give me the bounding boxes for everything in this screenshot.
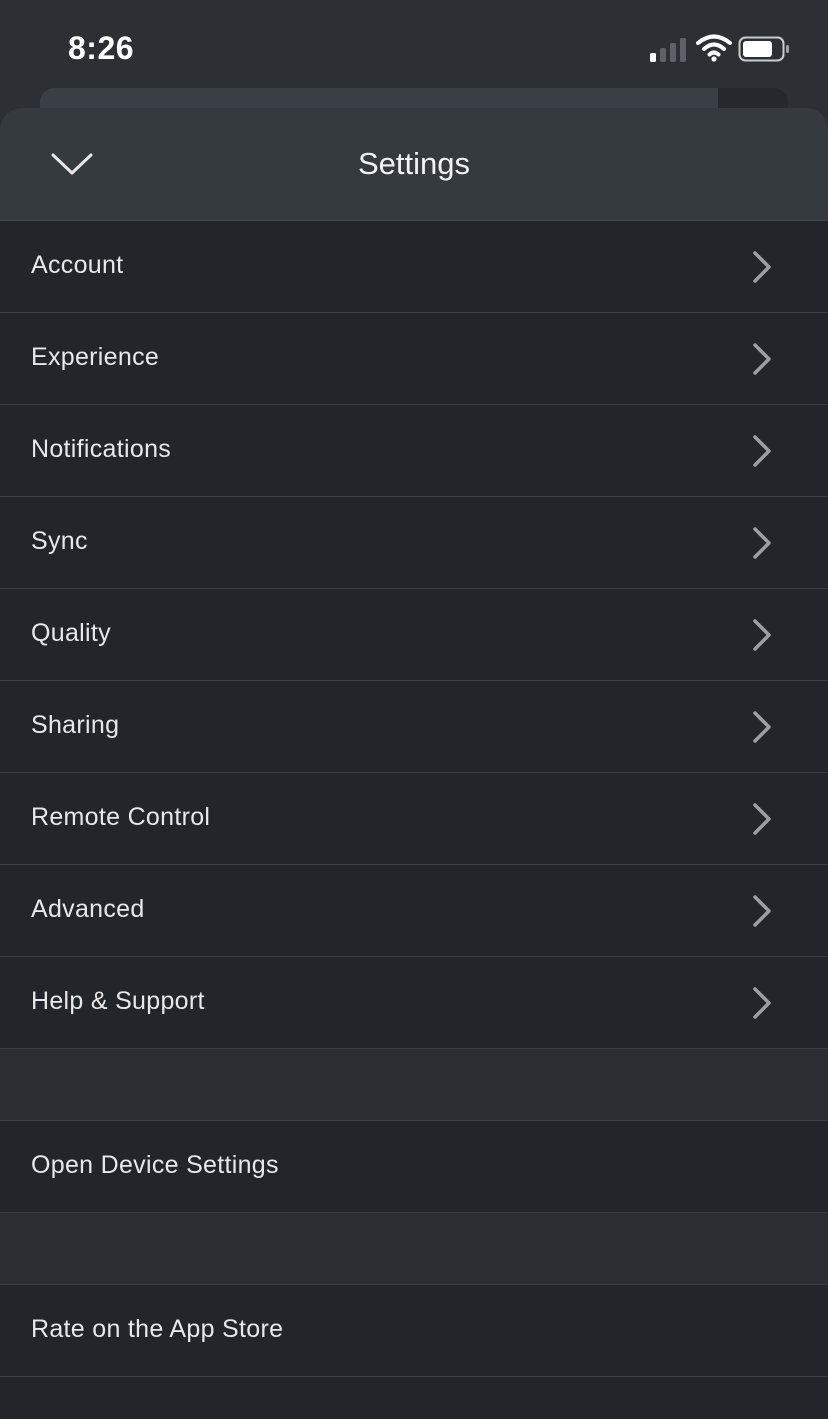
settings-item-label: Experience	[31, 343, 160, 371]
chevron-right-icon	[753, 803, 771, 835]
settings-item-advanced[interactable]: Advanced	[0, 865, 828, 957]
page-title: Settings	[357, 146, 470, 181]
settings-item-label: Sync	[31, 527, 88, 555]
open-device-settings-button[interactable]: Open Device Settings	[0, 1121, 828, 1213]
chevron-right-icon	[753, 987, 771, 1019]
wifi-icon	[696, 34, 732, 62]
settings-item-label: Sharing	[31, 711, 120, 739]
chevron-right-icon	[753, 711, 771, 743]
rate-app-store-label: Rate on the App Store	[31, 1315, 284, 1343]
settings-item-notifications[interactable]: Notifications	[0, 405, 828, 497]
settings-item-sharing[interactable]: Sharing	[0, 681, 828, 773]
settings-item-label: Advanced	[31, 895, 145, 923]
settings-item-quality[interactable]: Quality	[0, 589, 828, 681]
sheet-header: Settings	[0, 108, 828, 221]
settings-item-help-support[interactable]: Help & Support	[0, 957, 828, 1049]
settings-sheet: Settings Account Experience Notification…	[0, 108, 828, 1419]
settings-item-account[interactable]: Account	[0, 221, 828, 313]
chevron-right-icon	[753, 527, 771, 559]
open-device-settings-label: Open Device Settings	[31, 1151, 279, 1179]
battery-icon	[738, 36, 789, 62]
settings-item-experience[interactable]: Experience	[0, 313, 828, 405]
settings-item-label: Account	[31, 251, 124, 279]
status-bar: 8:26	[0, 0, 828, 96]
status-time: 8:26	[68, 30, 135, 66]
settings-item-remote-control[interactable]: Remote Control	[0, 773, 828, 865]
settings-item-label: Quality	[31, 619, 111, 647]
chevron-right-icon	[753, 895, 771, 927]
section-spacer	[0, 1049, 828, 1121]
settings-item-label: Help & Support	[31, 987, 205, 1015]
chevron-right-icon	[753, 435, 771, 467]
chevron-right-icon	[753, 251, 771, 283]
rate-app-store-button[interactable]: Rate on the App Store	[0, 1285, 828, 1377]
chevron-right-icon	[753, 343, 771, 375]
settings-item-sync[interactable]: Sync	[0, 497, 828, 589]
settings-item-label: Notifications	[31, 435, 172, 463]
settings-list: Account Experience Notifications Sync Qu…	[0, 221, 828, 1377]
chevron-right-icon	[753, 619, 771, 651]
cellular-signal-icon	[650, 36, 688, 62]
section-spacer	[0, 1213, 828, 1285]
settings-item-label: Remote Control	[31, 803, 211, 831]
